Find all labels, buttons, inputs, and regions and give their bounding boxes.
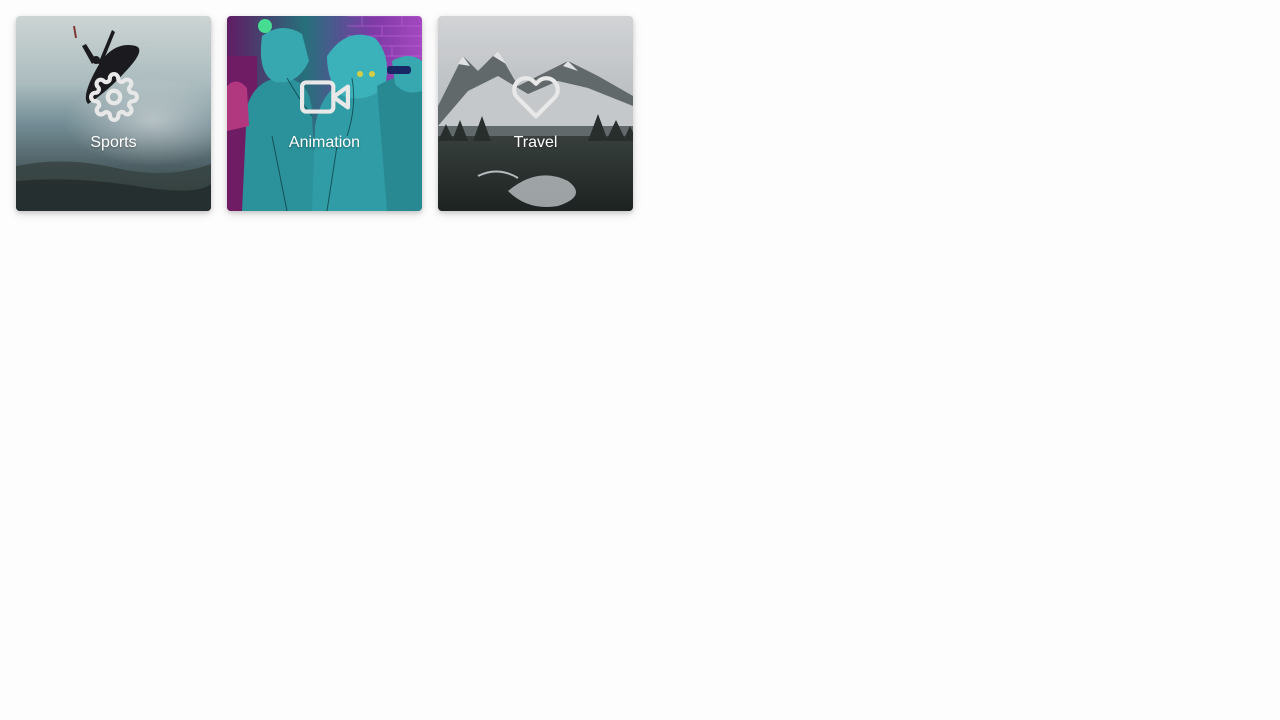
heart-icon bbox=[511, 76, 560, 119]
gear-icon bbox=[88, 72, 139, 122]
category-card-travel[interactable]: Travel bbox=[438, 16, 633, 211]
video-camera-icon bbox=[299, 80, 350, 114]
category-grid: Sports Animation Travel bbox=[16, 16, 633, 211]
category-label-sports: Sports bbox=[90, 134, 137, 151]
category-card-animation[interactable]: Animation bbox=[227, 16, 422, 211]
category-card-sports[interactable]: Sports bbox=[16, 16, 211, 211]
category-label-travel: Travel bbox=[513, 134, 558, 151]
category-label-animation: Animation bbox=[288, 134, 361, 151]
